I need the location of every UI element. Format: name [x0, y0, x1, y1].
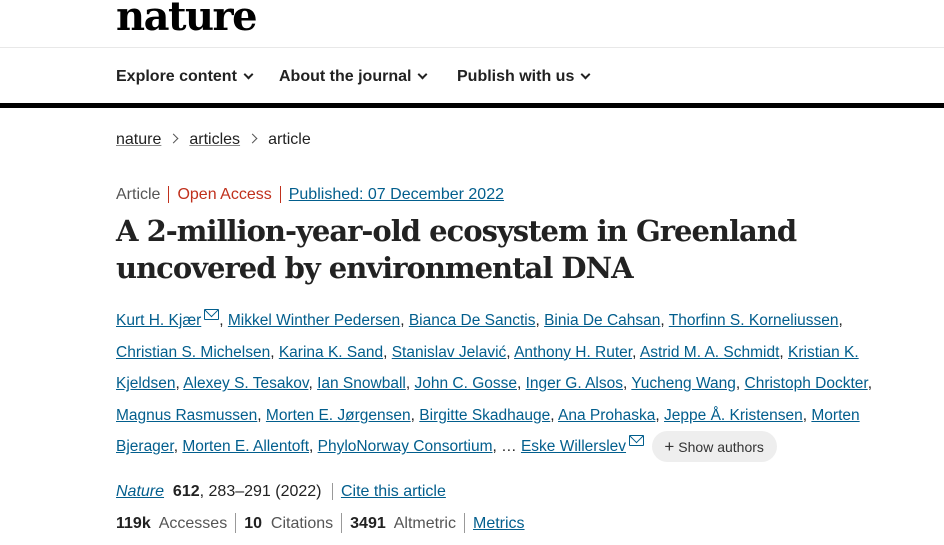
- author-link[interactable]: Thorfinn S. Korneliussen: [669, 312, 839, 329]
- breadcrumb-current: article: [268, 131, 311, 148]
- author-link[interactable]: Ian Snowball: [317, 375, 406, 392]
- nav-about-journal-label: About the journal: [279, 68, 412, 85]
- divider: [341, 513, 343, 533]
- email-icon[interactable]: [629, 435, 645, 447]
- site-header: nature: [0, 0, 944, 48]
- author-link[interactable]: Karina K. Sand: [279, 344, 383, 361]
- metrics-bar: 119k Accesses 10 Citations 3491 Altmetric M…: [116, 513, 525, 534]
- altmetric-label: Altmetric: [393, 515, 456, 533]
- show-authors-button[interactable]: + Show authors: [652, 430, 777, 462]
- author-link[interactable]: Christoph Dockter: [745, 375, 868, 392]
- author-link[interactable]: Yucheng Wang: [631, 375, 736, 392]
- author-link[interactable]: Kurt H. Kjær: [116, 312, 201, 329]
- author-link[interactable]: Christian S. Michelsen: [116, 344, 270, 361]
- altmetric-value: 3491: [350, 515, 386, 533]
- nav-about-journal[interactable]: About the journal: [279, 67, 428, 87]
- author-link[interactable]: Astrid M. A. Schmidt: [640, 344, 780, 361]
- author-link[interactable]: John C. Gosse: [414, 375, 517, 392]
- chevron-down-icon: [580, 69, 591, 80]
- article-meta: Article Open Access Published: 07 December…: [116, 185, 504, 205]
- author-link[interactable]: Inger G. Alsos: [526, 375, 623, 392]
- nav-divider: [0, 103, 944, 108]
- chevron-down-icon: [417, 69, 428, 80]
- author-link[interactable]: PhyloNorway Consortium: [318, 438, 493, 455]
- nav-publish-with-us-label: Publish with us: [457, 68, 575, 85]
- author-link[interactable]: Anthony H. Ruter: [514, 344, 632, 361]
- author-link[interactable]: Morten E. Allentoft: [182, 438, 309, 455]
- author-link[interactable]: Jeppe Å. Kristensen: [664, 407, 803, 424]
- author-link[interactable]: Alexey S. Tesakov: [183, 375, 308, 392]
- accesses-label: Accesses: [158, 515, 228, 533]
- accesses-value: 119k: [116, 515, 151, 533]
- citations-value: 10: [244, 515, 262, 533]
- main-nav: Explore content About the journal Publis…: [0, 48, 944, 104]
- author-link[interactable]: Morten E. Jørgensen: [266, 407, 411, 424]
- published-date-link[interactable]: Published: 07 December 2022: [281, 186, 504, 203]
- page-range: , 283–291 (2022): [199, 483, 322, 500]
- journal-link[interactable]: Nature: [116, 483, 164, 500]
- article-type: Article: [116, 186, 170, 203]
- nature-logo[interactable]: nature: [116, 0, 258, 40]
- author-link[interactable]: Bianca De Sanctis: [409, 312, 536, 329]
- cite-article-link[interactable]: Cite this article: [331, 483, 446, 500]
- open-access-badge: Open Access: [169, 186, 281, 203]
- citations-label: Citations: [270, 515, 334, 533]
- volume-number: 612: [172, 483, 200, 500]
- chevron-right-icon: [168, 133, 179, 144]
- author-link[interactable]: Magnus Rasmussen: [116, 407, 257, 424]
- breadcrumb: nature articles article: [116, 130, 311, 150]
- citation-line: Nature 612, 283–291 (2022) Cite this art…: [116, 482, 446, 502]
- author-list: Kurt H. Kjær, Mikkel Winther Pedersen, B…: [116, 305, 876, 463]
- authors-ellipsis: …: [501, 438, 517, 456]
- show-authors-label: Show authors: [678, 438, 764, 455]
- author-link[interactable]: Eske Willerslev: [521, 438, 626, 455]
- divider: [235, 513, 237, 533]
- nav-publish-with-us[interactable]: Publish with us: [457, 67, 591, 87]
- breadcrumb-nature[interactable]: nature: [116, 131, 161, 148]
- chevron-down-icon: [243, 69, 254, 80]
- article-title: A 2-million-year-old ecosystem in Greenl…: [116, 214, 797, 285]
- author-link[interactable]: Stanislav Jelavić: [392, 344, 507, 361]
- divider: [463, 513, 465, 533]
- metrics-link[interactable]: Metrics: [473, 515, 525, 532]
- plus-icon: +: [664, 436, 675, 456]
- author-link[interactable]: Birgitte Skadhauge: [419, 407, 550, 424]
- chevron-right-icon: [247, 133, 258, 144]
- author-link[interactable]: Ana Prohaska: [558, 407, 655, 424]
- email-icon[interactable]: [204, 309, 220, 320]
- author-link[interactable]: Mikkel Winther Pedersen: [228, 312, 400, 329]
- author-link[interactable]: Binia De Cahsan: [544, 312, 660, 329]
- nav-explore-content-label: Explore content: [116, 68, 237, 85]
- breadcrumb-articles[interactable]: articles: [189, 131, 240, 148]
- nav-explore-content[interactable]: Explore content: [116, 67, 254, 87]
